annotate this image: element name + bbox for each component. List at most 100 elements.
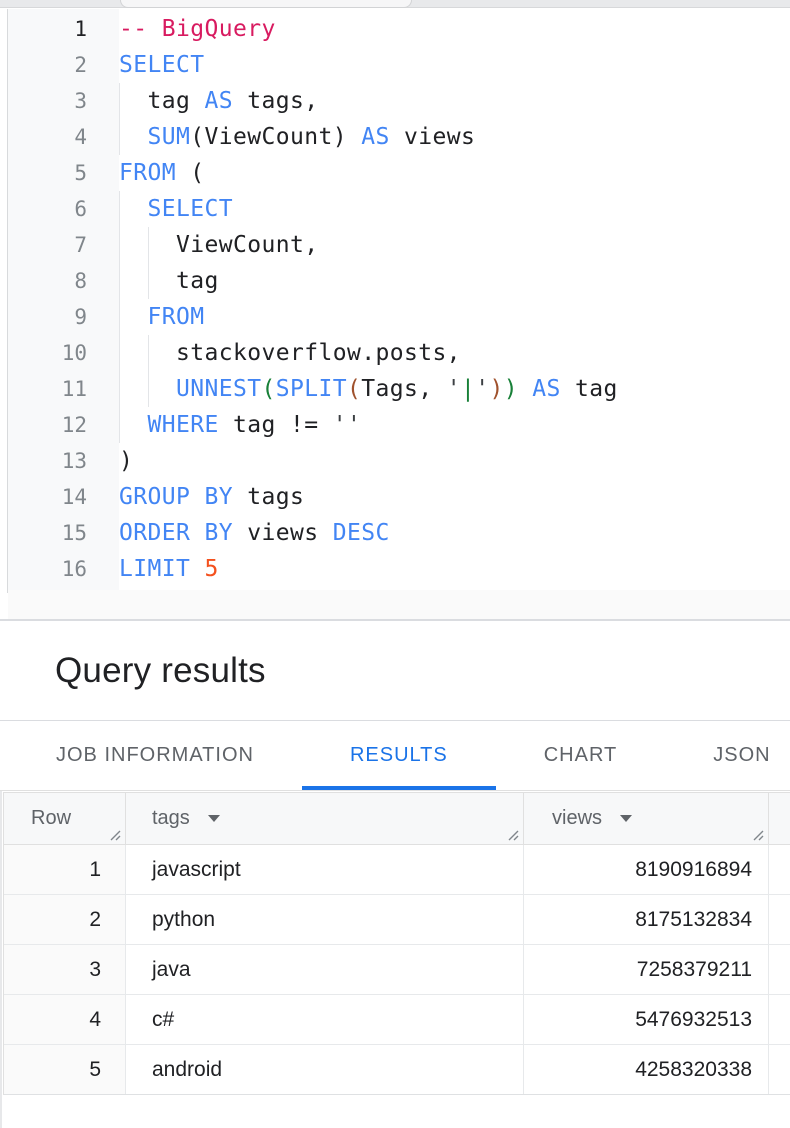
table-row: 1javascript8190916894 <box>4 845 790 895</box>
line-number: 4 <box>8 119 119 155</box>
code-line[interactable]: FROM <box>119 299 790 335</box>
indent-guide <box>119 407 120 443</box>
indent-guide <box>119 119 120 155</box>
sql-editor[interactable]: 12345678910111213141516 -- BigQuerySELEC… <box>0 9 790 619</box>
code-token: views <box>233 520 333 546</box>
views-cell: 8175132834 <box>524 895 769 944</box>
column-resize-handle-icon[interactable] <box>751 828 764 841</box>
line-number-gutter: 12345678910111213141516 <box>7 9 119 593</box>
line-number: 3 <box>8 83 119 119</box>
results-table: Row tags views 1javascript81909168942pytho… <box>3 792 790 1095</box>
code-token: ( <box>347 376 361 402</box>
line-number: 12 <box>8 407 119 443</box>
code-token: -- BigQuery <box>119 16 276 42</box>
line-number: 7 <box>8 227 119 263</box>
line-number: 1 <box>8 11 119 47</box>
code-token: tags, <box>233 88 318 114</box>
line-number: 13 <box>8 443 119 479</box>
code-token: FROM <box>148 304 205 330</box>
tags-cell: c# <box>126 995 524 1044</box>
code-token: tag <box>119 268 219 294</box>
code-line[interactable]: ORDER BY views DESC <box>119 515 790 551</box>
code-token: WHERE <box>148 412 219 438</box>
column-menu-caret-icon[interactable] <box>620 815 632 822</box>
code-token: views <box>390 124 475 150</box>
code-line[interactable]: ViewCount, <box>119 227 790 263</box>
code-line[interactable]: UNNEST(SPLIT(Tags, '|')) AS tag <box>119 371 790 407</box>
line-number: 6 <box>8 191 119 227</box>
code-line[interactable]: GROUP BY tags <box>119 479 790 515</box>
table-row: 2python8175132834 <box>4 895 790 945</box>
column-header-Row: Row <box>4 793 126 844</box>
indent-guide <box>119 299 120 335</box>
code-token <box>119 124 148 150</box>
column-menu-caret-icon[interactable] <box>208 815 220 822</box>
code-line[interactable]: tag AS tags, <box>119 83 790 119</box>
code-token: LIMIT <box>119 556 190 582</box>
column-header-tags[interactable]: tags <box>126 793 524 844</box>
code-token: ' <box>475 376 489 402</box>
query-results-header: Query results <box>0 621 790 721</box>
line-number: 14 <box>8 479 119 515</box>
code-line[interactable]: stackoverflow.posts, <box>119 335 790 371</box>
code-area[interactable]: -- BigQuerySELECT tag AS tags, SUM(ViewC… <box>119 11 790 587</box>
line-number: 9 <box>8 299 119 335</box>
code-token: GROUP BY <box>119 484 233 510</box>
code-token: stackoverflow.posts, <box>119 340 461 366</box>
code-token: tag != <box>219 412 333 438</box>
tab-results[interactable]: RESULTS <box>302 721 496 790</box>
code-token <box>119 304 148 330</box>
code-token <box>190 556 204 582</box>
code-token: SUM <box>148 124 191 150</box>
code-token: AS <box>204 88 233 114</box>
code-token: Tags, <box>361 376 446 402</box>
code-token: ) <box>504 376 518 402</box>
code-line[interactable]: tag <box>119 263 790 299</box>
column-label: tags <box>152 807 190 830</box>
code-token <box>518 376 532 402</box>
code-line[interactable]: WHERE tag != '' <box>119 407 790 443</box>
tags-cell: android <box>126 1045 524 1094</box>
code-line[interactable]: LIMIT 5 <box>119 551 790 587</box>
code-token: UNNEST <box>176 376 261 402</box>
tab-job-information[interactable]: JOB INFORMATION <box>8 721 302 790</box>
code-token: tag <box>561 376 618 402</box>
page-title: Query results <box>55 651 266 691</box>
code-token: AS <box>532 376 561 402</box>
code-line[interactable]: ) <box>119 443 790 479</box>
column-resize-handle-icon[interactable] <box>108 828 121 841</box>
code-token: '' <box>333 412 362 438</box>
table-row: 5android4258320338 <box>4 1045 790 1095</box>
code-token: tags <box>233 484 304 510</box>
code-line[interactable]: -- BigQuery <box>119 11 790 47</box>
active-tab-underline <box>302 786 496 790</box>
code-line[interactable]: FROM ( <box>119 155 790 191</box>
spacer-cell <box>769 845 790 894</box>
code-line[interactable]: SELECT <box>119 191 790 227</box>
row-number-cell: 4 <box>4 995 126 1044</box>
table-row: 3java7258379211 <box>4 945 790 995</box>
code-token: ORDER BY <box>119 520 233 546</box>
code-token: ' <box>447 376 461 402</box>
tab-chart[interactable]: CHART <box>496 721 666 790</box>
column-resize-handle-icon[interactable] <box>506 828 519 841</box>
line-number: 15 <box>8 515 119 551</box>
views-cell: 7258379211 <box>524 945 769 994</box>
indent-guide <box>119 371 120 407</box>
code-token: ) <box>489 376 503 402</box>
indent-guide <box>148 227 149 263</box>
editor-bottom-padding <box>8 590 790 619</box>
code-token: ViewCount, <box>119 232 318 258</box>
code-token: 5 <box>205 556 219 582</box>
code-token: DESC <box>333 520 390 546</box>
row-number-cell: 5 <box>4 1045 126 1094</box>
table-header-row: Row tags views <box>4 793 790 845</box>
line-number: 2 <box>8 47 119 83</box>
tab-json[interactable]: JSON <box>665 721 790 790</box>
code-token: tag <box>119 88 204 114</box>
indent-guide <box>119 227 120 263</box>
code-line[interactable]: SELECT <box>119 47 790 83</box>
code-line[interactable]: SUM(ViewCount) AS views <box>119 119 790 155</box>
row-number-cell: 1 <box>4 845 126 894</box>
column-header-views[interactable]: views <box>524 793 769 844</box>
